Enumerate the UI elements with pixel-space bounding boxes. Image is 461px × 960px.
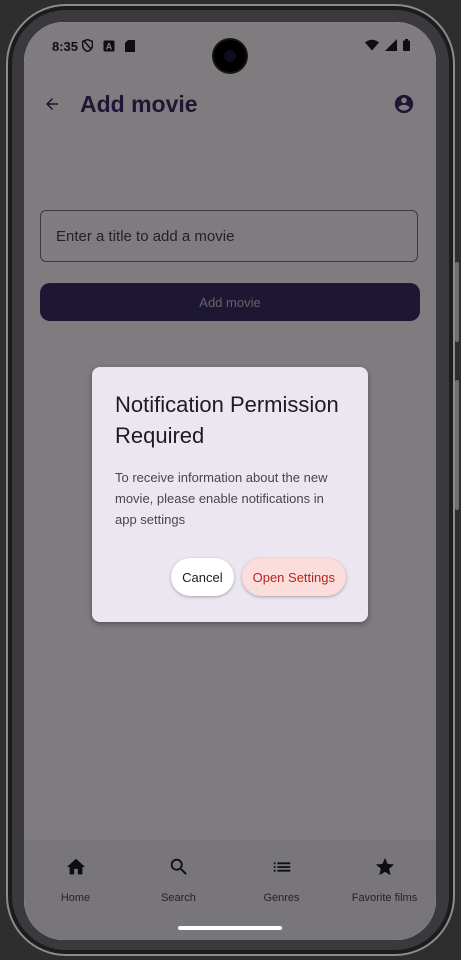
gesture-home-indicator[interactable]: [178, 926, 282, 930]
cancel-button[interactable]: Cancel: [171, 558, 234, 596]
dialog-title: Notification Permission Required: [115, 392, 339, 448]
dialog-message: To receive information about the new mov…: [115, 470, 328, 527]
dialog-actions: Cancel Open Settings: [171, 558, 346, 596]
volume-button: [455, 380, 459, 510]
notification-permission-dialog: Notification Permission Required To rece…: [92, 367, 368, 622]
power-button: [455, 262, 459, 342]
device-screen: 8:35 A Add: [24, 22, 436, 940]
open-settings-button[interactable]: Open Settings: [241, 558, 346, 596]
